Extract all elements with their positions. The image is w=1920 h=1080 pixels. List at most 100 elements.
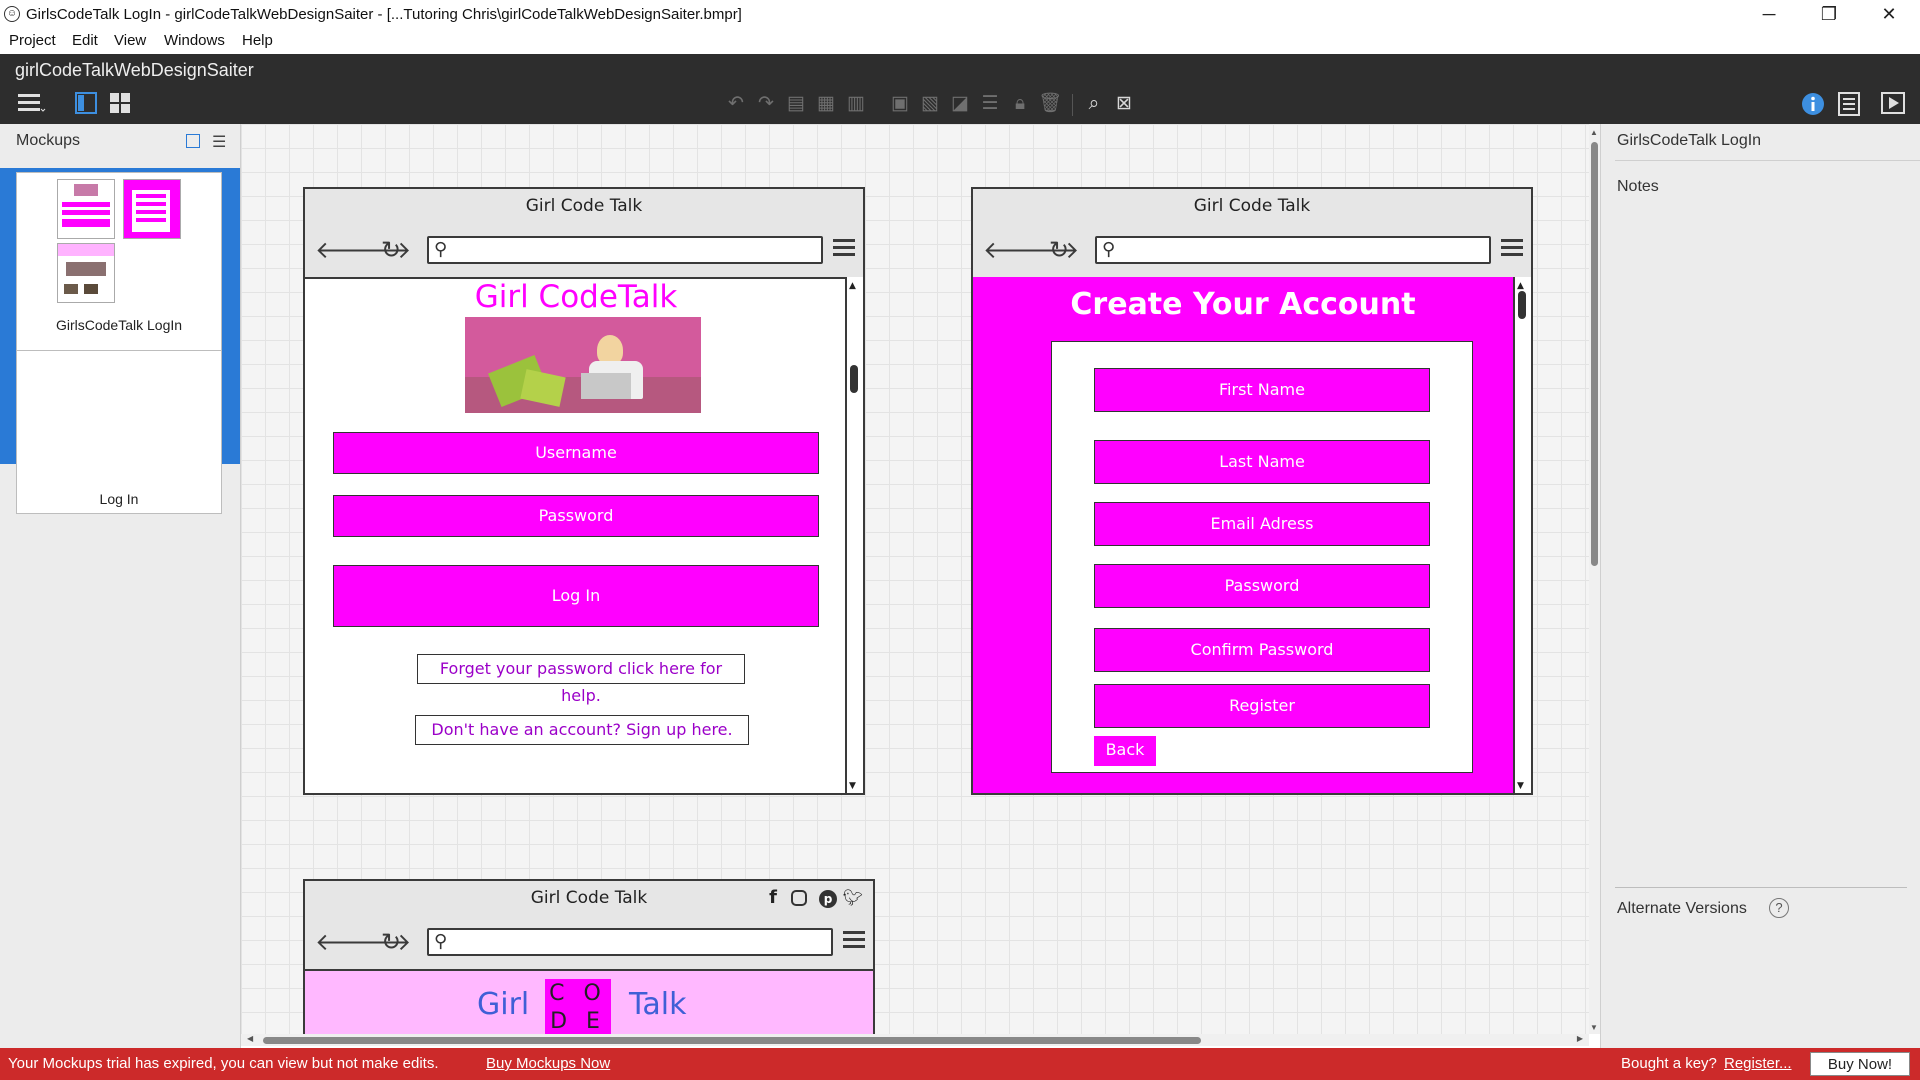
browser-menu-icon[interactable] [833, 239, 855, 260]
last-name-field[interactable]: Last Name [1094, 440, 1430, 484]
register-mockup-window[interactable]: Girl Code Talk 🡐 🡒 ↻ ⚲ Create Your Accou… [971, 187, 1533, 795]
window-title: GirlsCodeTalk LogIn - girlCodeTalkWebDes… [26, 6, 742, 23]
menu-view[interactable]: View [114, 32, 146, 49]
register-button[interactable]: Register [1094, 684, 1430, 728]
browser-title: Girl Code Talk f p 🐦︎ [305, 881, 873, 921]
forward-arrow-icon[interactable]: 🡒 [347, 929, 411, 955]
help-icon[interactable]: ? [1769, 898, 1789, 918]
password-field[interactable]: Password [333, 495, 819, 537]
username-field[interactable]: Username [333, 432, 819, 474]
forgot-password-link[interactable]: Forget your password click here for help… [417, 654, 745, 705]
grid-view-icon[interactable] [108, 92, 132, 116]
browser-navbar: 🡐 🡒 ↻ ⚲ [305, 919, 873, 971]
browser-menu-icon[interactable] [843, 931, 865, 952]
browser-search-bar[interactable]: ⚲ [427, 236, 823, 264]
paste-icon[interactable]: ▦ [814, 92, 838, 116]
menu-edit[interactable]: Edit [72, 32, 98, 49]
login-button[interactable]: Log In [333, 565, 819, 627]
pinterest-icon[interactable]: p [819, 890, 837, 908]
find-icon[interactable]: ⌕ [1082, 92, 1106, 116]
clipboard-icon[interactable]: ▥ [844, 92, 868, 116]
browser-title: Girl Code Talk [973, 189, 1531, 229]
align-icon[interactable]: ☰ [978, 92, 1002, 116]
menu-help[interactable]: Help [242, 32, 273, 49]
alternate-versions-label: Alternate Versions [1617, 900, 1747, 917]
buy-now-button[interactable]: Buy Now! [1810, 1052, 1910, 1076]
refresh-icon[interactable]: ↻ [381, 929, 401, 955]
back-button[interactable]: Back [1094, 736, 1156, 766]
mockup-item-label: Log In [99, 491, 139, 507]
browser-title-text: Girl Code Talk [530, 888, 648, 908]
ungroup-icon[interactable]: ▧ [918, 92, 942, 116]
notes-label: Notes [1617, 178, 1659, 195]
signup-link[interactable]: Don't have an account? Sign up here. [415, 715, 749, 745]
thumbnail-view-icon[interactable] [186, 134, 200, 148]
browser-navbar: 🡐 🡒 ↻ ⚲ [973, 227, 1531, 279]
restore-button[interactable]: ❐ [1800, 0, 1858, 30]
single-view-icon[interactable] [74, 92, 98, 116]
mockup-item[interactable]: Log In [16, 350, 222, 514]
search-icon: ⚲ [434, 239, 448, 260]
login-scrollbar[interactable]: ▲ ▼ [845, 277, 863, 793]
home-mockup-window[interactable]: Girl Code Talk f p 🐦︎ 🡐 🡒 ↻ ⚲ Girl C O D… [303, 879, 875, 1034]
copy-icon[interactable]: ▤ [784, 92, 808, 116]
menu-project[interactable]: Project [9, 32, 56, 49]
browser-title: Girl Code Talk [305, 189, 863, 229]
group-icon[interactable]: ▣ [888, 92, 912, 116]
twitter-icon[interactable]: 🐦︎ [843, 881, 863, 915]
divider [1615, 160, 1920, 161]
instagram-icon[interactable] [791, 890, 807, 906]
trial-message: Your Mockups trial has expired, you can … [8, 1055, 439, 1072]
register-link[interactable]: Register... [1724, 1055, 1792, 1072]
facebook-icon[interactable]: f [769, 881, 777, 915]
refresh-icon[interactable]: ↻ [1049, 237, 1069, 263]
register-form-panel: First Name Last Name Email Adress Passwo… [1051, 341, 1473, 773]
register-heading: Create Your Account [1070, 287, 1416, 322]
browser-search-bar[interactable]: ⚲ [427, 928, 833, 956]
properties-icon[interactable] [1836, 92, 1862, 116]
present-icon[interactable] [1880, 92, 1906, 116]
info-icon[interactable] [1800, 92, 1826, 116]
mini-home-thumb [57, 243, 115, 303]
login-heading: Girl CodeTalk [474, 279, 678, 315]
key-question: Bought a key? [1621, 1055, 1717, 1072]
mini-register-thumb [123, 179, 181, 239]
register-scrollbar[interactable]: ▲ ▼ [1513, 277, 1531, 793]
trial-expired-bar: Your Mockups trial has expired, you can … [0, 1048, 1920, 1080]
front-icon[interactable]: ◪ [948, 92, 972, 116]
close-button[interactable]: ✕ [1860, 0, 1918, 30]
browser-search-bar[interactable]: ⚲ [1095, 236, 1491, 264]
clear-icon[interactable]: ⊠ [1112, 92, 1136, 116]
minimize-button[interactable]: ─ [1740, 0, 1798, 30]
browser-menu-icon[interactable] [1501, 239, 1523, 260]
canvas-horizontal-scrollbar[interactable]: ◀ ▶ [241, 1034, 1589, 1046]
app-toolbar: girlCodeTalkWebDesignSaiter ↶ ↷ ▤ ▦ ▥ ▣ … [0, 54, 1920, 124]
notes-area[interactable] [1615, 200, 1905, 1000]
divider [1615, 887, 1907, 888]
list-view-icon[interactable]: ☰ [212, 132, 226, 152]
forward-arrow-icon[interactable]: 🡒 [347, 237, 411, 263]
mockup-item-label: GirlsCodeTalk LogIn [55, 317, 183, 333]
home-header: Girl C O D E Talk [305, 971, 873, 1034]
confirm-password-field[interactable]: Confirm Password [1094, 628, 1430, 672]
password-field[interactable]: Password [1094, 564, 1430, 608]
refresh-icon[interactable]: ↻ [381, 237, 401, 263]
lock-icon[interactable]: 🔒︎ [1008, 92, 1032, 116]
forward-arrow-icon[interactable]: 🡒 [1015, 237, 1079, 263]
hero-photo [465, 317, 701, 413]
menu-windows[interactable]: Windows [164, 32, 225, 49]
first-name-field[interactable]: First Name [1094, 368, 1430, 412]
project-name: girlCodeTalkWebDesignSaiter [15, 60, 254, 80]
redo-icon[interactable]: ↷ [754, 92, 778, 116]
login-mockup-window[interactable]: Girl Code Talk 🡐 🡒 ↻ ⚲ ▲ ▼ Girl CodeTalk… [303, 187, 865, 795]
canvas-vertical-scrollbar[interactable]: ▲ ▼ [1589, 124, 1600, 1034]
delete-icon[interactable]: 🗑︎ [1038, 92, 1062, 116]
search-icon: ⚲ [434, 931, 448, 952]
logo-talk-text: Talk [629, 987, 687, 1022]
window-title-bar: ☺ GirlsCodeTalk LogIn - girlCodeTalkWebD… [0, 0, 1920, 30]
hamburger-menu-icon[interactable] [14, 92, 48, 116]
undo-icon[interactable]: ↶ [724, 92, 748, 116]
design-canvas[interactable]: Girl Code Talk 🡐 🡒 ↻ ⚲ ▲ ▼ Girl CodeTalk… [241, 124, 1589, 1034]
buy-mockups-link[interactable]: Buy Mockups Now [486, 1055, 610, 1072]
email-field[interactable]: Email Adress [1094, 502, 1430, 546]
